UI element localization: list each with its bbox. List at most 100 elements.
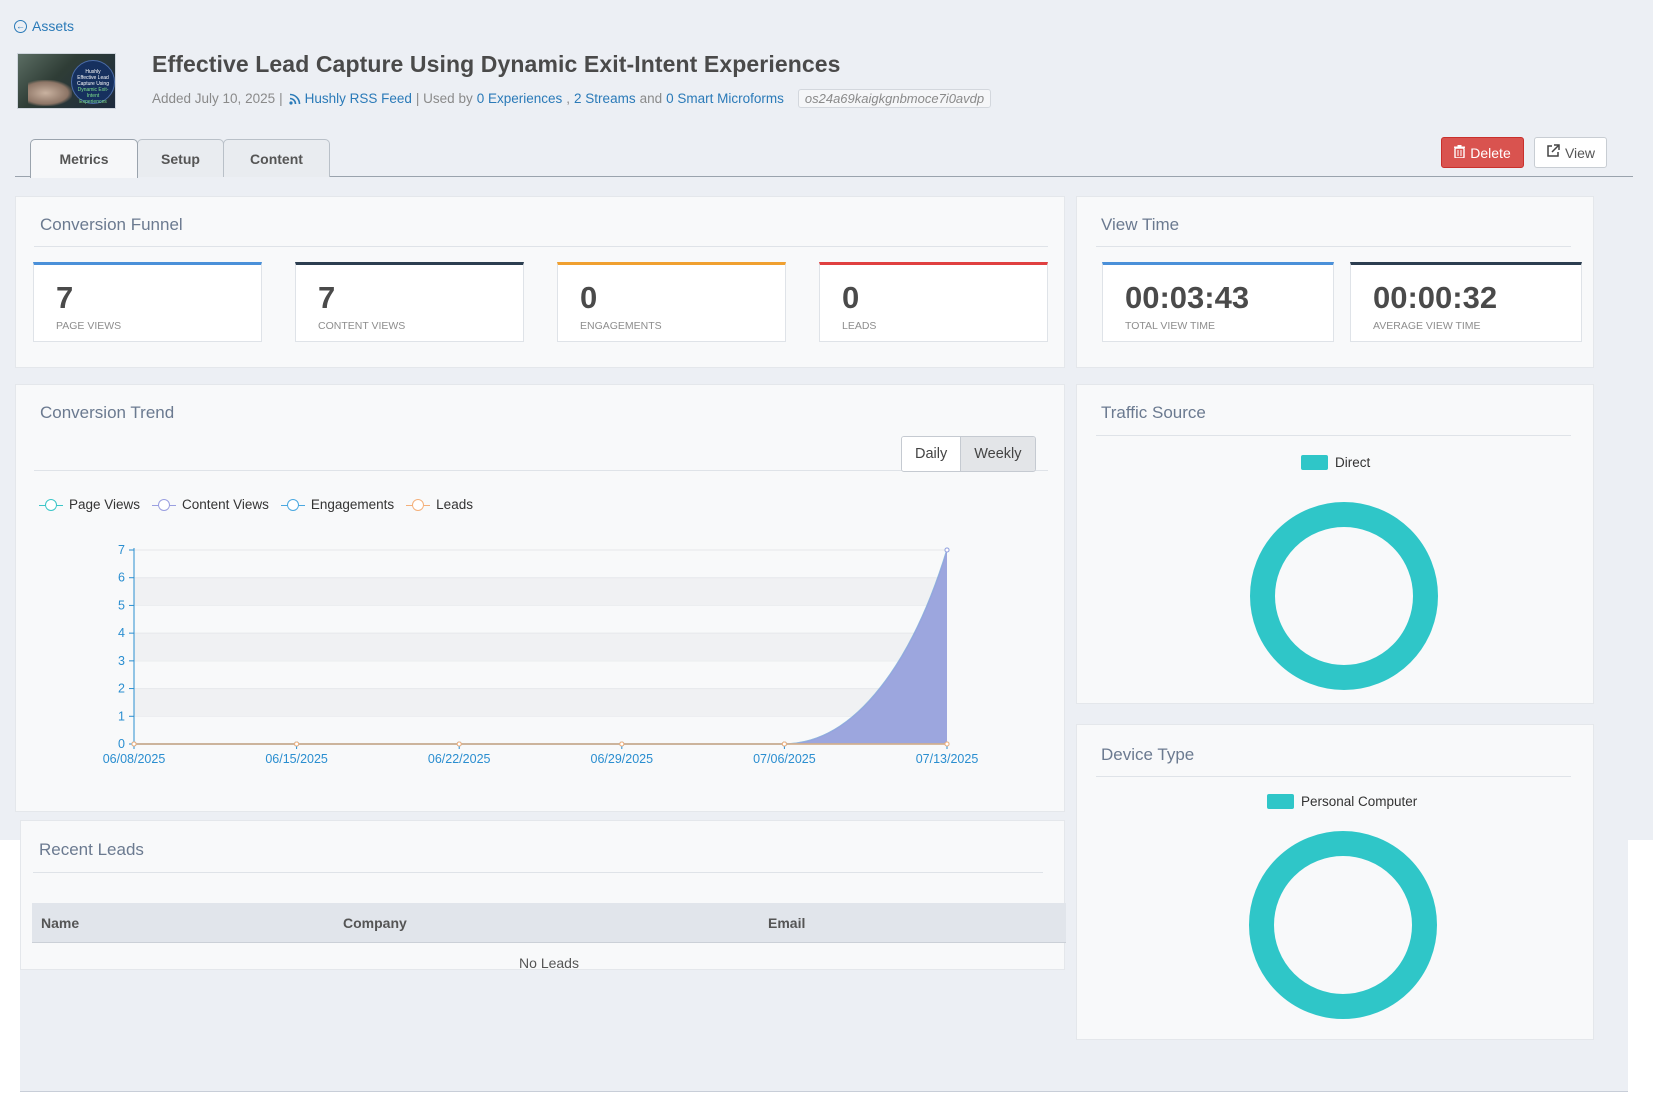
- legend-swatch: [406, 498, 431, 511]
- device-legend-label: Personal Computer: [1301, 794, 1418, 809]
- device-type-title: Device Type: [1101, 745, 1195, 764]
- legend-label: Page Views: [69, 497, 141, 512]
- stat-value: 0: [580, 280, 598, 315]
- page-title: Effective Lead Capture Using Dynamic Exi…: [152, 51, 841, 77]
- grid-band: [134, 633, 947, 661]
- legend-label: Leads: [436, 497, 473, 512]
- stat-label: AVERAGE VIEW TIME: [1373, 320, 1481, 332]
- traffic-legend-label: Direct: [1335, 455, 1371, 470]
- data-point: [131, 741, 137, 747]
- meta-separator: |: [279, 91, 283, 106]
- x-tick-label: 06/15/2025: [265, 752, 328, 766]
- y-tick-label: 3: [118, 654, 125, 668]
- funnel-stat-leads: 0 LEADS: [819, 262, 1048, 342]
- stat-label: PAGE VIEWS: [56, 320, 122, 332]
- traffic-source-title: Traffic Source: [1101, 403, 1206, 422]
- column-name[interactable]: Name: [41, 915, 79, 931]
- recent-leads-title: Recent Leads: [39, 840, 144, 859]
- y-tick-label: 1: [118, 709, 125, 723]
- viewtime-stat-total-view-time: 00:03:43 TOTAL VIEW TIME: [1102, 262, 1334, 342]
- view-button[interactable]: View: [1534, 137, 1607, 168]
- stat-value: 00:00:32: [1373, 280, 1498, 315]
- funnel-stat-content-views: 7 CONTENT VIEWS: [295, 262, 524, 342]
- grid-band: [134, 688, 947, 717]
- x-tick-label: 07/13/2025: [916, 752, 979, 766]
- traffic-source-donut[interactable]: [1250, 502, 1438, 690]
- data-point: [944, 741, 950, 747]
- legend-swatch: [280, 498, 305, 511]
- x-tick-label: 06/08/2025: [103, 752, 166, 766]
- rss-icon: [289, 93, 301, 105]
- back-link-label: Assets: [32, 18, 75, 34]
- column-company[interactable]: Company: [343, 915, 407, 931]
- legend-item-content-views[interactable]: Content Views: [152, 497, 269, 512]
- legend-label: Engagements: [310, 497, 395, 512]
- legend-label: Content Views: [182, 497, 269, 512]
- view-button-label: View: [1564, 144, 1596, 161]
- microforms-link[interactable]: 0 Smart Microforms: [666, 91, 784, 106]
- stat-value: 7: [56, 280, 74, 315]
- y-tick-label: 7: [118, 543, 125, 557]
- recent-leads-table: Name Company Email No Leads: [32, 903, 1066, 983]
- traffic-legend[interactable]: Direct: [1301, 455, 1370, 470]
- view-time-title: View Time: [1101, 215, 1180, 234]
- stat-label: ENGAGEMENTS: [580, 320, 662, 332]
- y-tick-label: 2: [118, 682, 125, 696]
- used-by-label: | Used by: [415, 91, 473, 106]
- legend-swatch: [39, 498, 63, 511]
- asset-meta: Added July 10, 2025 | Hushly RSS Feed | …: [152, 89, 992, 108]
- stat-label: CONTENT VIEWS: [318, 320, 406, 332]
- viewtime-stat-average-view-time: 00:00:32 AVERAGE VIEW TIME: [1350, 262, 1582, 342]
- trash-icon: [1454, 144, 1466, 161]
- data-point: [456, 741, 462, 747]
- x-tick-label: 06/22/2025: [428, 752, 491, 766]
- back-to-assets-link[interactable]: ← Assets: [14, 18, 74, 34]
- data-point: [944, 547, 950, 553]
- y-tick-label: 0: [118, 737, 125, 751]
- stat-value: 0: [842, 280, 860, 315]
- data-point: [294, 741, 300, 747]
- stat-label: LEADS: [842, 320, 877, 332]
- experiences-link[interactable]: 0 Experiences: [477, 91, 563, 106]
- conversion-funnel-title: Conversion Funnel: [40, 215, 183, 234]
- data-point: [619, 741, 625, 747]
- asset-thumbnail: Hushly Effective Lead Capture Using Dyna…: [17, 53, 116, 109]
- y-tick-label: 6: [118, 571, 125, 585]
- added-date: Added July 10, 2025: [152, 91, 276, 106]
- feed-link[interactable]: Hushly RSS Feed: [305, 91, 412, 106]
- device-legend-swatch: [1267, 794, 1294, 809]
- no-leads-message: No Leads: [519, 955, 579, 971]
- funnel-stat-engagements: 0 ENGAGEMENTS: [557, 262, 786, 342]
- stat-label: TOTAL VIEW TIME: [1125, 320, 1216, 332]
- device-legend[interactable]: Personal Computer: [1267, 794, 1417, 809]
- column-email[interactable]: Email: [768, 915, 805, 931]
- external-link-icon: [1546, 144, 1560, 161]
- tab-content[interactable]: Content: [223, 139, 330, 177]
- arrow-left-circle-icon: ←: [14, 19, 27, 33]
- x-tick-label: 07/06/2025: [753, 752, 816, 766]
- weekly-toggle-button[interactable]: Weekly: [961, 437, 1035, 471]
- y-tick-label: 4: [118, 626, 125, 640]
- x-tick-label: 06/29/2025: [591, 752, 654, 766]
- legend-swatch: [152, 498, 177, 511]
- daily-toggle-button[interactable]: Daily: [902, 437, 962, 471]
- tab-metrics[interactable]: Metrics: [30, 139, 138, 178]
- stat-value: 7: [318, 280, 336, 315]
- streams-link[interactable]: 2 Streams: [574, 91, 636, 106]
- delete-button-label: Delete: [1470, 144, 1511, 161]
- legend-item-engagements[interactable]: Engagements: [280, 497, 395, 512]
- leads-table-header: Name Company Email: [32, 903, 1066, 943]
- meta-and: and: [639, 91, 663, 106]
- device-type-donut[interactable]: [1249, 831, 1437, 1019]
- delete-button[interactable]: Delete: [1441, 137, 1524, 168]
- trend-interval-toggle: Daily Weekly: [901, 436, 1036, 472]
- chart-legend: Page Views Content Views Engagements Leads: [39, 497, 473, 512]
- legend-item-page-views[interactable]: Page Views: [39, 497, 140, 512]
- conversion-trend-title: Conversion Trend: [40, 403, 175, 422]
- funnel-stat-page-views: 7 PAGE VIEWS: [33, 262, 262, 342]
- tab-setup[interactable]: Setup: [137, 139, 224, 177]
- data-point: [781, 741, 787, 747]
- meta-comma: ,: [566, 91, 571, 106]
- asset-id-badge: os24a69kaigkgnbmoce7i0avdp: [797, 89, 992, 108]
- legend-item-leads[interactable]: Leads: [406, 497, 473, 512]
